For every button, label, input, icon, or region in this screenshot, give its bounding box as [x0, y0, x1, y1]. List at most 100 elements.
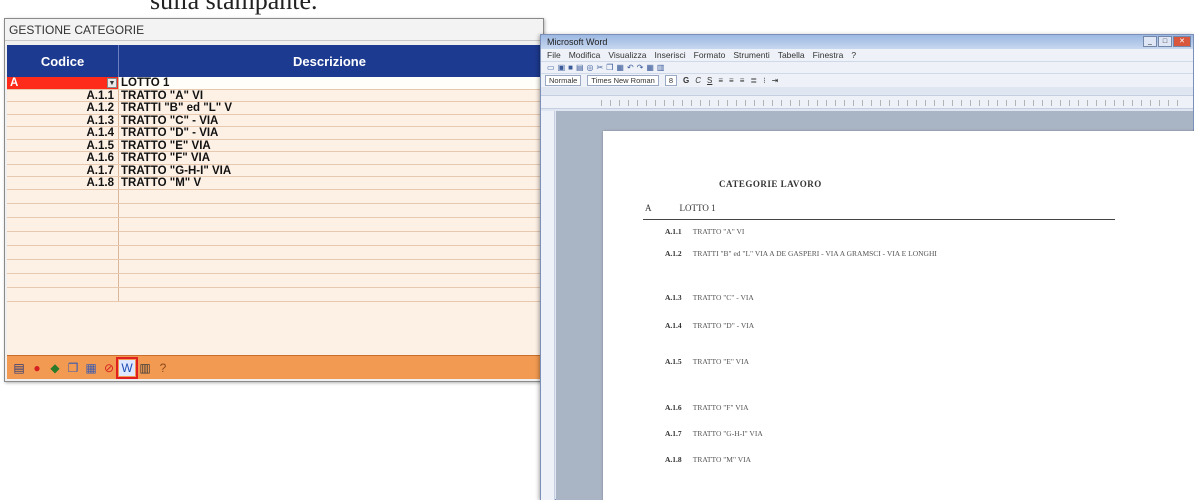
empty-cell	[7, 203, 119, 217]
item-code: A.1.3	[665, 293, 682, 302]
table-row-empty[interactable]	[7, 287, 541, 302]
size-select[interactable]: 8	[664, 75, 678, 86]
print-icon[interactable]: ▤	[576, 63, 584, 72]
menu-tabella[interactable]: Tabella	[778, 49, 805, 61]
help-icon[interactable]: ?	[155, 360, 171, 376]
row-description: TRATTO "C" - VIA	[121, 114, 219, 126]
empty-cell	[119, 204, 541, 217]
horizontal-ruler[interactable]	[541, 95, 1193, 109]
indent-icon[interactable]: ⇥	[772, 76, 779, 85]
bold-icon[interactable]: G	[683, 76, 689, 85]
table-icon[interactable]: ▦	[646, 63, 654, 72]
style-select[interactable]: Normale	[545, 75, 582, 86]
menu-visualizza[interactable]: Visualizza	[608, 49, 646, 61]
item-text: TRATTO "G-H-I" VIA	[692, 429, 763, 438]
font-select[interactable]: Times New Roman	[587, 75, 659, 86]
redo-icon[interactable]: ↷	[637, 63, 644, 72]
columns-icon[interactable]: ▥	[657, 63, 665, 72]
row-description: TRATTO "G-H-I" VIA	[121, 164, 232, 176]
justify-icon[interactable]: ≣	[750, 76, 757, 85]
table-row[interactable]: A.1.3 TRATTO "C" - VIA	[7, 114, 541, 127]
table-row-empty[interactable]	[7, 217, 541, 232]
table-row[interactable]: A.1.8 TRATTO "M" V	[7, 177, 541, 190]
row-description[interactable]: LOTTO 1	[119, 77, 541, 89]
row-code: A.1.2	[7, 102, 119, 114]
open-icon[interactable]: ▣	[558, 63, 566, 72]
item-text: TRATTO "E" VIA	[692, 357, 750, 366]
paste-icon[interactable]: ▦	[83, 360, 99, 376]
bullets-icon[interactable]: ⁝	[763, 76, 766, 85]
cut-icon[interactable]: ✂	[597, 63, 604, 72]
item-code: A.1.4	[665, 321, 682, 330]
undo-icon[interactable]: ↶	[627, 63, 634, 72]
save-icon[interactable]: ■	[568, 63, 573, 72]
column-header-description[interactable]: Descrizione	[119, 45, 541, 77]
bottom-toolbar: ▤ ● ◆ ❐ ▦ ⊘ W ▥ ?	[7, 355, 541, 379]
table-row[interactable]: A.1.2 TRATTI "B" ed "L" V	[7, 102, 541, 115]
table-row[interactable]: A.1.4 TRATTO "D" - VIA	[7, 127, 541, 140]
table-row[interactable]: A.1.7 TRATTO "G-H-I" VIA	[7, 164, 541, 177]
row-code: A.1.1	[7, 89, 119, 101]
empty-cell	[119, 246, 541, 259]
table-row-empty[interactable]	[7, 259, 541, 274]
table-row[interactable]: A.1.5 TRATTO "E" VIA	[7, 139, 541, 152]
empty-cell	[119, 190, 541, 203]
table-row-empty[interactable]	[7, 273, 541, 288]
italic-icon[interactable]: C	[695, 76, 701, 85]
table-row-empty[interactable]	[7, 189, 541, 204]
word-title-bar: Microsoft Word _ □ ✕	[541, 35, 1193, 49]
row-code-cell[interactable]: A ▼	[7, 77, 119, 89]
row-description: TRATTO "D" - VIA	[121, 127, 219, 139]
column-header-code[interactable]: Codice	[7, 45, 119, 77]
formatting-toolbar: Normale Times New Roman 8 G C S ≡ ≡ ≡ ≣ …	[541, 73, 1193, 87]
printer-icon[interactable]: ▥	[137, 360, 153, 376]
new-doc-icon[interactable]: ▭	[547, 63, 555, 72]
menu-help[interactable]: ?	[851, 49, 856, 61]
maximize-icon[interactable]: □	[1158, 36, 1172, 47]
close-icon[interactable]: ✕	[1173, 36, 1191, 47]
table-row[interactable]: A.1.1 TRATTO "A" VI	[7, 89, 541, 102]
print-icon[interactable]: ▤	[11, 360, 27, 376]
table-row-empty[interactable]	[7, 231, 541, 246]
align-right-icon[interactable]: ≡	[740, 76, 745, 85]
minimize-icon[interactable]: _	[1143, 36, 1157, 47]
row-description: TRATTO "M" V	[121, 177, 202, 189]
menu-modifica[interactable]: Modifica	[569, 49, 601, 61]
table-row-empty[interactable]	[7, 203, 541, 218]
preview-icon[interactable]: ◎	[587, 63, 594, 72]
menu-file[interactable]: File	[547, 49, 561, 61]
paste-icon[interactable]: ▦	[616, 63, 624, 72]
page-caption: sulla stampante.	[150, 0, 318, 15]
empty-cell	[7, 217, 119, 231]
menu-strumenti[interactable]: Strumenti	[733, 49, 769, 61]
cancel-icon[interactable]: ⊘	[101, 360, 117, 376]
menu-formato[interactable]: Formato	[694, 49, 726, 61]
align-center-icon[interactable]: ≡	[729, 76, 734, 85]
underline-icon[interactable]: S	[707, 76, 712, 85]
table-row-empty[interactable]	[7, 245, 541, 260]
row-code: A.1.7	[7, 164, 119, 176]
item-text: TRATTO "M" VIA	[692, 455, 752, 464]
document-item: A.1.4 TRATTO "D" - VIA	[645, 321, 1115, 331]
delete-icon[interactable]: ●	[29, 360, 45, 376]
row-description: TRATTO "E" VIA	[121, 139, 211, 151]
copy-icon[interactable]: ❐	[65, 360, 81, 376]
grid-header: Codice Descrizione	[7, 45, 541, 77]
align-left-icon[interactable]: ≡	[718, 76, 723, 85]
word-export-icon[interactable]: W	[116, 356, 138, 379]
empty-cell	[119, 274, 541, 287]
menu-finestra[interactable]: Finestra	[813, 49, 844, 61]
table-row[interactable]: A.1.6 TRATTO "F" VIA	[7, 152, 541, 165]
empty-cell	[7, 231, 119, 245]
table-row-selected[interactable]: A ▼ LOTTO 1	[7, 77, 541, 90]
empty-cell	[7, 245, 119, 259]
empty-cell	[119, 218, 541, 231]
document-page[interactable]: CATEGORIE LAVORO A LOTTO 1 A.1.1 TRATTO …	[603, 131, 1194, 500]
item-text: TRATTO "A" VI	[692, 227, 745, 236]
vertical-ruler[interactable]	[541, 111, 555, 500]
menu-inserisci[interactable]: Inserisci	[654, 49, 685, 61]
copy-icon[interactable]: ❐	[606, 63, 613, 72]
row-code: A.1.8	[7, 177, 119, 189]
dropdown-arrow-icon[interactable]: ▼	[107, 78, 117, 88]
edit-icon[interactable]: ◆	[47, 360, 63, 376]
